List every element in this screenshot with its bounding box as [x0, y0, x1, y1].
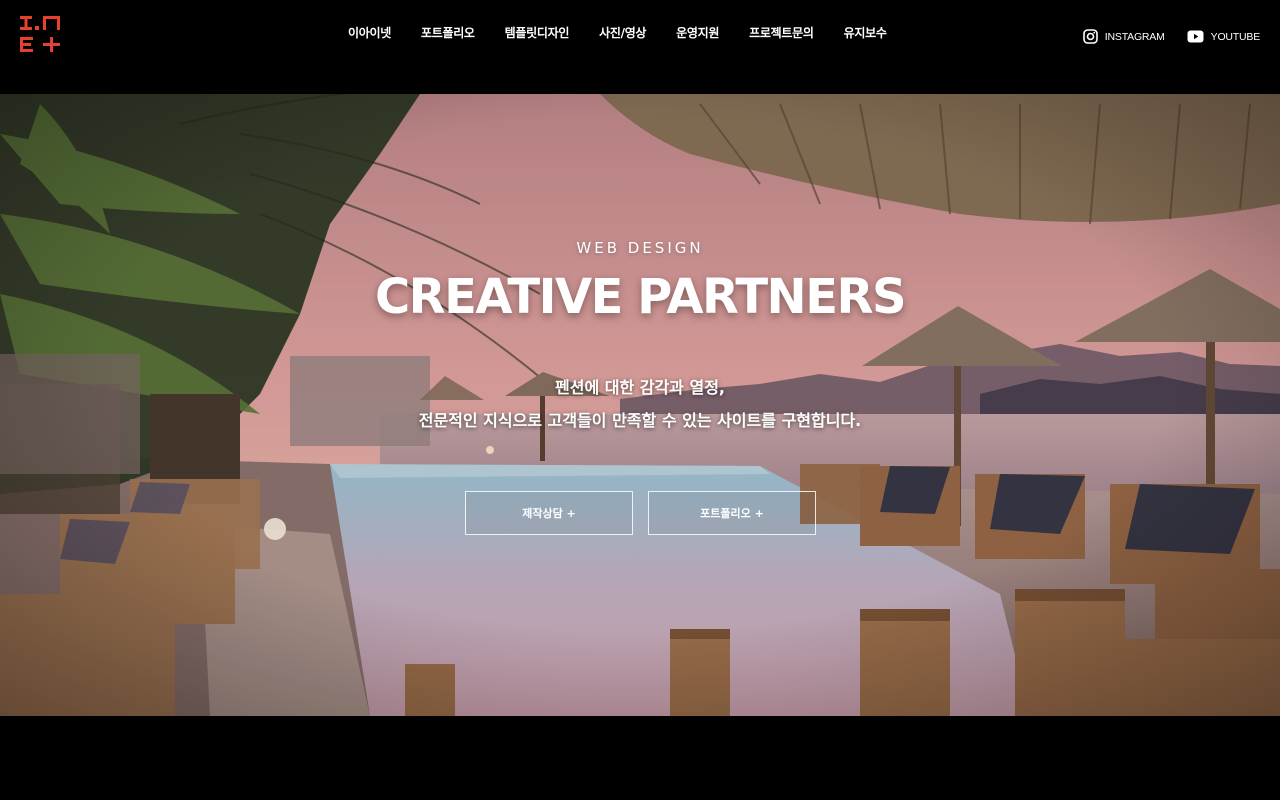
youtube-label: YOUTUBE [1210, 30, 1261, 43]
nav-item-project-inquiry[interactable]: 프로젝트문의 [734, 24, 828, 42]
nav-item-about[interactable]: 이아이넷 [333, 24, 406, 42]
social-links: INSTAGRAM YOUTUBE [1061, 29, 1260, 44]
youtube-link[interactable]: YOUTUBE [1187, 30, 1260, 43]
nav-item-portfolio[interactable]: 포트폴리오 [406, 24, 490, 42]
hero-title: CREATIVE PARTNERS [374, 269, 907, 325]
nav-item-operation-support[interactable]: 운영지원 [661, 24, 734, 42]
logo[interactable] [18, 15, 64, 55]
nav-item-maintenance[interactable]: 유지보수 [829, 24, 902, 42]
hero-subtitle-line1: 펜션에 대한 감각과 열정, [555, 378, 725, 397]
main-nav: 이아이넷 포트폴리오 템플릿디자인 사진/영상 운영지원 프로젝트문의 유지보수 [333, 24, 902, 42]
hero-section: WEB DESIGN CREATIVE PARTNERS 펜션에 대한 감각과 … [0, 94, 1280, 716]
instagram-link[interactable]: INSTAGRAM [1082, 29, 1165, 44]
youtube-icon [1187, 30, 1204, 43]
portfolio-button[interactable]: 포트폴리오 + [648, 491, 816, 535]
hero-buttons: 제작상담 + 포트폴리오 + [465, 491, 831, 535]
instagram-icon [1082, 29, 1098, 44]
site-header: 이아이넷 포트폴리오 템플릿디자인 사진/영상 운영지원 프로젝트문의 유지보수… [0, 0, 1280, 94]
hero-subtitle-line2: 전문적인 지식으로 고객들이 만족할 수 있는 사이트를 구현합니다. [418, 411, 862, 430]
consult-button[interactable]: 제작상담 + [465, 491, 633, 535]
nav-item-photo-video[interactable]: 사진/영상 [584, 24, 661, 42]
hero-subtitle: 펜션에 대한 감각과 열정, 전문적인 지식으로 고객들이 만족할 수 있는 사… [0, 371, 1280, 437]
instagram-label: INSTAGRAM [1104, 30, 1165, 43]
hero-kicker: WEB DESIGN [576, 239, 704, 257]
inet-logo-icon [20, 16, 60, 52]
footer-band [0, 716, 1280, 800]
nav-item-template-design[interactable]: 템플릿디자인 [490, 24, 584, 42]
